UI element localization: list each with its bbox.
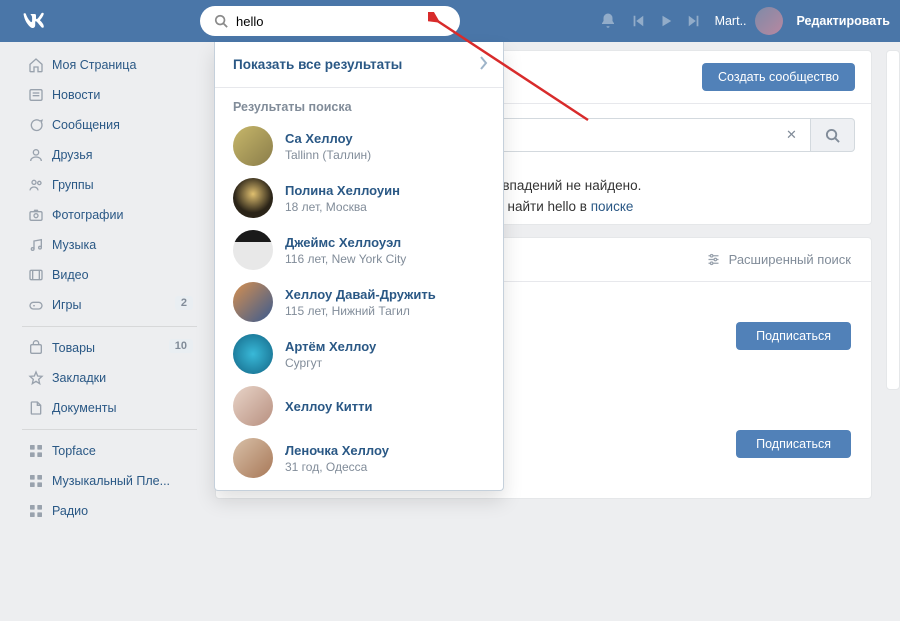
avatar bbox=[233, 178, 273, 218]
search-result-item[interactable]: Хеллоу Китти bbox=[215, 380, 503, 432]
document-icon bbox=[28, 400, 52, 416]
nav-music-player[interactable]: Музыкальный Пле... bbox=[22, 466, 197, 496]
nav-friends[interactable]: Друзья bbox=[22, 140, 197, 170]
nav-photos[interactable]: Фотографии bbox=[22, 200, 197, 230]
result-meta: 31 год, Одесса bbox=[285, 460, 389, 474]
result-name: Хеллоу Китти bbox=[285, 399, 373, 414]
avatar bbox=[233, 386, 273, 426]
avatar bbox=[233, 438, 273, 478]
nav-market[interactable]: Товары10 bbox=[22, 333, 197, 363]
nav-bookmarks[interactable]: Закладки bbox=[22, 363, 197, 393]
result-name: Джеймс Хеллоуэл bbox=[285, 235, 406, 250]
subscribe-button[interactable]: Подписаться bbox=[736, 430, 851, 458]
user-icon bbox=[28, 147, 52, 163]
avatar bbox=[233, 282, 273, 322]
search-button[interactable] bbox=[811, 118, 855, 152]
nav-radio[interactable]: Радио bbox=[22, 496, 197, 526]
games-icon bbox=[28, 297, 52, 313]
search-result-item[interactable]: Са Хеллоу Tallinn (Таллин) bbox=[215, 120, 503, 172]
play-icon[interactable] bbox=[659, 14, 673, 28]
search-result-item[interactable]: Джеймс Хеллоуэл 116 лет, New York City bbox=[215, 224, 503, 276]
users-icon bbox=[28, 177, 52, 193]
chevron-right-icon bbox=[479, 56, 489, 73]
user-name-short: Mart.. bbox=[715, 14, 747, 28]
app-icon bbox=[28, 473, 52, 489]
nav-messages[interactable]: Сообщения bbox=[22, 110, 197, 140]
search-result-item[interactable]: Хеллоу Давай-Дружить 115 лет, Нижний Таг… bbox=[215, 276, 503, 328]
news-icon bbox=[28, 87, 52, 103]
badge: 10 bbox=[169, 339, 193, 353]
result-meta: 18 лет, Москва bbox=[285, 200, 400, 214]
result-meta: 116 лет, New York City bbox=[285, 252, 406, 266]
results-section-label: Результаты поиска bbox=[215, 88, 503, 120]
badge: 2 bbox=[175, 296, 193, 310]
nav-documents[interactable]: Документы bbox=[22, 393, 197, 423]
create-community-button[interactable]: Создать сообщество bbox=[702, 63, 855, 91]
home-icon bbox=[28, 57, 52, 73]
search-icon bbox=[214, 14, 228, 28]
search-result-item[interactable]: Полина Хеллоуин 18 лет, Москва bbox=[215, 172, 503, 224]
avatar bbox=[755, 7, 783, 35]
edit-button[interactable]: Редактировать bbox=[797, 14, 890, 28]
separator bbox=[22, 429, 197, 430]
result-name: Полина Хеллоуин bbox=[285, 183, 400, 198]
search-box[interactable] bbox=[200, 6, 460, 36]
result-meta: Сургут bbox=[285, 356, 376, 370]
nav-music[interactable]: Музыка bbox=[22, 230, 197, 260]
user-menu[interactable]: Mart.. bbox=[715, 7, 783, 35]
video-icon bbox=[28, 267, 52, 283]
next-track-icon[interactable] bbox=[687, 14, 701, 28]
result-name: Леночка Хеллоу bbox=[285, 443, 389, 458]
separator bbox=[22, 326, 197, 327]
clear-button[interactable]: ✕ bbox=[773, 118, 811, 152]
nav-topface[interactable]: Topface bbox=[22, 436, 197, 466]
nav-news[interactable]: Новости bbox=[22, 80, 197, 110]
nav-video[interactable]: Видео bbox=[22, 260, 197, 290]
nav-my-page[interactable]: Моя Страница bbox=[22, 50, 197, 80]
search-input[interactable] bbox=[236, 14, 446, 29]
search-icon bbox=[825, 128, 840, 143]
search-result-item[interactable]: Леночка Хеллоу 31 год, Одесса bbox=[215, 432, 503, 490]
search-dropdown: Показать все результаты Результаты поиск… bbox=[214, 42, 504, 491]
star-icon bbox=[28, 370, 52, 386]
nav-games[interactable]: Игры2 bbox=[22, 290, 197, 320]
result-name: Артём Хеллоу bbox=[285, 339, 376, 354]
result-meta: 115 лет, Нижний Тагил bbox=[285, 304, 436, 318]
result-name: Са Хеллоу bbox=[285, 131, 371, 146]
result-meta: Tallinn (Таллин) bbox=[285, 148, 371, 162]
notifications-icon[interactable] bbox=[599, 12, 617, 30]
subscribe-button[interactable]: Подписаться bbox=[736, 322, 851, 350]
market-icon bbox=[28, 340, 52, 356]
avatar bbox=[233, 126, 273, 166]
camera-icon bbox=[28, 207, 52, 223]
left-sidebar: Моя Страница Новости Сообщения Друзья Гр… bbox=[22, 50, 197, 526]
result-name: Хеллоу Давай-Дружить bbox=[285, 287, 436, 302]
prev-track-icon[interactable] bbox=[631, 14, 645, 28]
right-rail bbox=[886, 50, 900, 390]
search-link[interactable]: поиске bbox=[591, 199, 634, 214]
music-icon bbox=[28, 237, 52, 253]
message-icon bbox=[28, 117, 52, 133]
show-all-results[interactable]: Показать все результаты bbox=[215, 42, 503, 88]
avatar bbox=[233, 230, 273, 270]
app-icon bbox=[28, 503, 52, 519]
search-result-item[interactable]: Артём Хеллоу Сургут bbox=[215, 328, 503, 380]
app-header: Mart.. Редактировать bbox=[0, 0, 900, 42]
sliders-icon bbox=[706, 252, 721, 267]
close-icon: ✕ bbox=[786, 127, 797, 143]
app-icon bbox=[28, 443, 52, 459]
avatar bbox=[233, 334, 273, 374]
vk-logo[interactable] bbox=[22, 11, 50, 31]
nav-groups[interactable]: Группы bbox=[22, 170, 197, 200]
